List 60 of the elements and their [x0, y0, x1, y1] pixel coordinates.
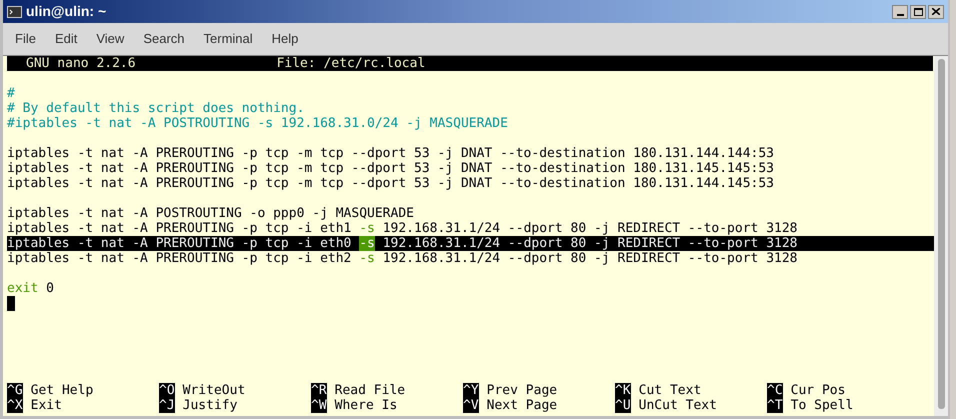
code-text: 192.168.31.1/24 --dport 80 -j REDIRECT --to-port 3128 — [382, 236, 798, 251]
shortcut-key: ^O — [159, 383, 175, 398]
shortcut-key: ^U — [615, 398, 631, 413]
code-text: 0 — [46, 281, 54, 296]
shortcut-label[interactable]: Read File — [334, 383, 406, 398]
maximize-icon — [914, 8, 922, 16]
minimize-icon — [896, 14, 904, 16]
keyword-text: exit — [7, 281, 38, 296]
shortcut-label[interactable]: Exit — [30, 398, 62, 413]
terminal-icon — [7, 6, 22, 18]
shortcut-label[interactable]: Where Is — [334, 398, 398, 413]
comment-text: #iptables -t nat -A POSTROUTING -s 192.168.31.0/24 -j MASQUERADE — [7, 116, 508, 131]
shortcut-label[interactable]: Cur Pos — [790, 383, 846, 398]
scrollbar-thumb[interactable] — [938, 59, 944, 409]
shortcut-key: ^K — [615, 383, 631, 398]
shortcut-key: ^T — [767, 398, 783, 413]
shortcut-label[interactable]: WriteOut — [182, 383, 246, 398]
scrollbar[interactable] — [934, 56, 948, 416]
shortcut-label[interactable]: UnCut Text — [638, 398, 717, 413]
shortcut-key: ^X — [7, 398, 23, 413]
shortcut-key: ^C — [767, 383, 783, 398]
comment-text: # By default this script does nothing. — [7, 101, 304, 116]
shortcut-label[interactable]: Next Page — [486, 398, 558, 413]
code-text: iptables -t nat -A PREROUTING -p tcp -m tcp --dport 53 -j DNAT --to-destination 180.131.144.144:53 — [7, 146, 774, 161]
shortcut-label[interactable]: To Spell — [790, 398, 854, 413]
code-text: iptables -t nat -A PREROUTING -p tcp -i eth2 — [7, 251, 352, 266]
shortcut-key: ^V — [463, 398, 479, 413]
close-icon — [932, 8, 940, 15]
file-name: File: /etc/rc.local — [276, 56, 426, 71]
shortcut-label[interactable]: Get Help — [30, 383, 94, 398]
code-text: iptables -t nat -A PREROUTING -p tcp -i eth1 — [7, 221, 352, 236]
code-text: iptables -t nat -A POSTROUTING -o ppp0 -j MASQUERADE — [7, 206, 414, 221]
nano-version: GNU nano 2.2.6 — [26, 56, 136, 71]
maximize-button[interactable] — [910, 4, 926, 18]
minimize-button[interactable] — [892, 4, 908, 18]
code-text: 192.168.31.1/24 --dport 80 -j REDIRECT --to-port 3128 — [382, 251, 798, 266]
close-button[interactable] — [928, 4, 944, 18]
code-text: iptables -t nat -A PREROUTING -p tcp -m tcp --dport 53 -j DNAT --to-destination 180.131.145.145:53 — [7, 161, 774, 176]
comment-text: # — [7, 86, 15, 101]
shortcut-key: ^W — [311, 398, 327, 413]
shortcut-key: ^G — [7, 383, 23, 398]
shortcut-label[interactable]: Cut Text — [638, 383, 702, 398]
code-text: iptables -t nat -A PREROUTING -p tcp -i eth0 — [7, 236, 352, 251]
keyword-text: -s — [359, 221, 375, 236]
menu-item[interactable]: File — [15, 29, 36, 49]
shortcut-label[interactable]: Justify — [182, 398, 238, 413]
menu-item[interactable]: Terminal — [204, 29, 253, 49]
menu-item[interactable]: View — [96, 29, 124, 49]
menu-item[interactable]: Search — [143, 29, 185, 49]
keyword-text: -s — [359, 236, 375, 251]
menu-item[interactable]: Edit — [54, 29, 78, 49]
shortcut-key: ^R — [311, 383, 327, 398]
shortcut-key: ^Y — [463, 383, 479, 398]
window-title: ulin@ulin: ~ — [26, 2, 106, 21]
keyword-text: -s — [359, 251, 375, 266]
code-text: iptables -t nat -A PREROUTING -p tcp -m tcp --dport 53 -j DNAT --to-destination 180.131.144.145:53 — [7, 176, 774, 191]
menu-item[interactable]: Help — [272, 29, 298, 49]
shortcut-label[interactable]: Prev Page — [486, 383, 558, 398]
code-text: 192.168.31.1/24 --dport 80 -j REDIRECT --to-port 3128 — [382, 221, 798, 236]
shortcut-key: ^J — [159, 398, 175, 413]
